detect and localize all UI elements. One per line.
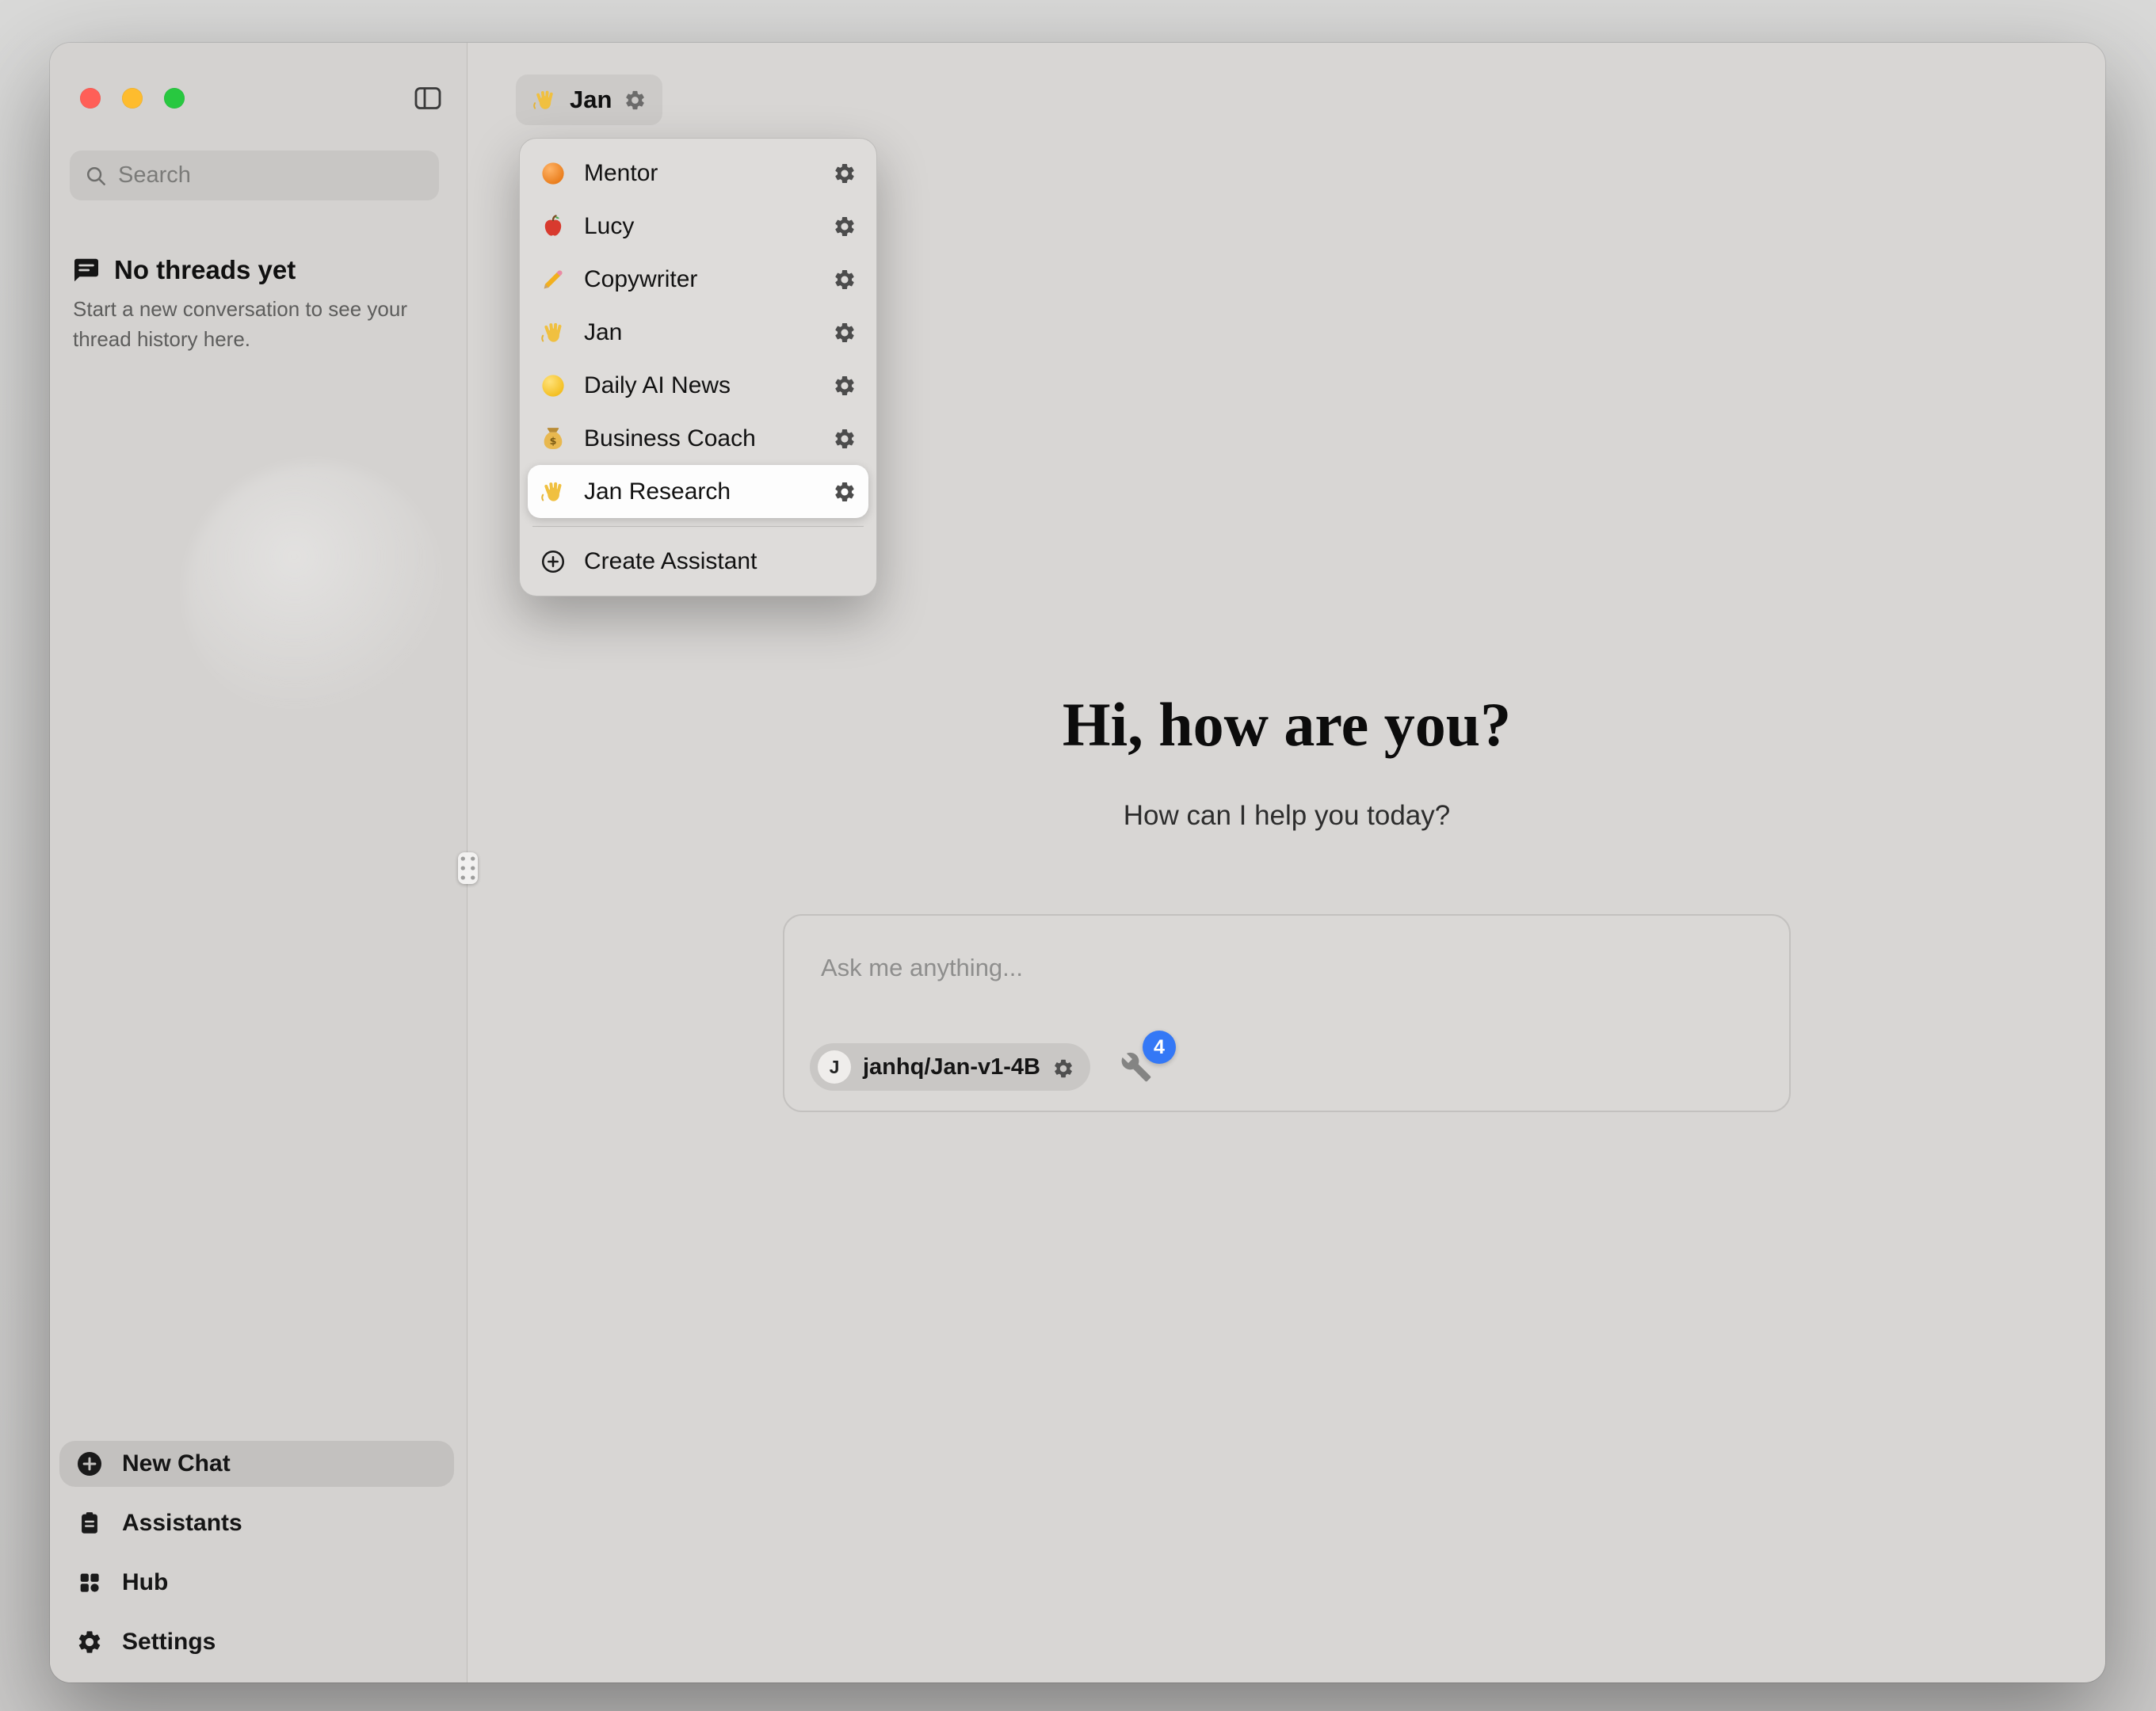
gear-icon [624,89,647,112]
chat-input-placeholder: Ask me anything... [821,954,1023,982]
search-input[interactable] [118,162,425,189]
assistants-label: Assistants [122,1510,242,1537]
composer-toolbar: J janhq/Jan-v1-4B 4 [810,1043,1154,1091]
assistant-menu-item-label: Business Coach [584,425,756,452]
apple-icon [539,212,567,241]
close-button[interactable] [80,88,101,109]
assistant-menu-item-lucy[interactable]: Lucy [528,200,868,253]
minimize-button[interactable] [122,88,143,109]
greeting-title: Hi, how are you? [468,689,2105,760]
assistant-menu-item-label: Mentor [584,160,658,187]
create-assistant-label: Create Assistant [584,548,757,575]
search-box[interactable] [70,151,439,200]
assistant-menu-item-label: Daily AI News [584,372,731,399]
chat-input[interactable]: Ask me anything... J janhq/Jan-v1-4B 4 [783,914,1791,1112]
assistants-icon [75,1509,104,1538]
empty-state-title: No threads yet [72,255,296,285]
gear-icon[interactable] [832,479,857,505]
model-selector[interactable]: J janhq/Jan-v1-4B [810,1043,1090,1091]
assistant-menu-item-label: Lucy [584,213,634,240]
gear-icon[interactable] [832,161,857,186]
gear-icon[interactable] [832,426,857,452]
assistant-selector-label: Jan [570,86,612,114]
tools-count-badge: 4 [1143,1031,1176,1064]
sidebar-item-hub[interactable]: Hub [59,1560,454,1606]
gear-icon[interactable] [832,373,857,398]
menu-separator [532,526,864,527]
settings-label: Settings [122,1629,216,1656]
orange-circle-icon [539,159,567,188]
settings-gear-icon [75,1628,104,1656]
model-avatar: J [818,1050,851,1084]
sidebar-toggle-icon [412,82,444,114]
sidebar-resize-handle[interactable] [458,852,478,884]
window-controls [80,88,185,109]
sidebar-nav: New Chat Assistants [59,1441,454,1665]
pencil-icon [539,265,567,294]
yellow-circle-icon [539,372,567,400]
gear-icon[interactable] [832,267,857,292]
search-icon [84,164,108,188]
gear-icon[interactable] [832,214,857,239]
new-chat-button[interactable]: New Chat [59,1441,454,1487]
assistant-menu-item-business-coach[interactable]: $ Business Coach [528,412,868,465]
svg-text:$: $ [550,436,557,448]
assistant-menu-item-mentor[interactable]: Mentor [528,147,868,200]
plus-circle-outline-icon [539,547,567,576]
assistant-selector-button[interactable]: Jan [516,74,662,125]
decorative-blur-blob [185,463,446,724]
create-assistant-button[interactable]: Create Assistant [528,535,868,588]
main-area: Jan Mentor [468,43,2105,1682]
assistant-menu-item-label: Jan Research [584,478,731,505]
hub-label: Hub [122,1569,168,1596]
assistant-menu-item-label: Copywriter [584,266,697,293]
model-name: janhq/Jan-v1-4B [863,1054,1040,1080]
wave-hand-icon [539,318,567,347]
assistant-menu-item-jan[interactable]: Jan [528,306,868,359]
assistant-menu-item-copywriter[interactable]: Copywriter [528,253,868,306]
wave-hand-icon [539,478,567,506]
sidebar-toggle-button[interactable] [408,78,448,118]
empty-state-title-label: No threads yet [114,255,296,285]
assistant-menu-item-daily-ai-news[interactable]: Daily AI News [528,359,868,412]
chat-bubble-icon [72,256,101,284]
sidebar: No threads yet Start a new conversation … [50,43,467,1682]
sidebar-item-assistants[interactable]: Assistants [59,1500,454,1546]
tools-button[interactable]: 4 [1119,1050,1154,1084]
empty-state-description: Start a new conversation to see your thr… [73,295,414,355]
assistant-menu-item-jan-research[interactable]: Jan Research [528,465,868,518]
money-bag-icon: $ [539,425,567,453]
new-chat-label: New Chat [122,1450,231,1477]
app-window: No threads yet Start a new conversation … [50,43,2105,1682]
assistant-menu-item-label: Jan [584,319,622,346]
sidebar-item-settings[interactable]: Settings [59,1619,454,1665]
assistant-menu: Mentor Lucy [519,138,877,596]
plus-circle-icon [75,1450,104,1478]
hub-icon [75,1568,104,1597]
wave-hand-icon [532,87,558,113]
gear-icon[interactable] [1052,1055,1074,1080]
greeting-subtitle: How can I help you today? [468,800,2105,832]
gear-icon[interactable] [832,320,857,345]
zoom-button[interactable] [164,88,185,109]
